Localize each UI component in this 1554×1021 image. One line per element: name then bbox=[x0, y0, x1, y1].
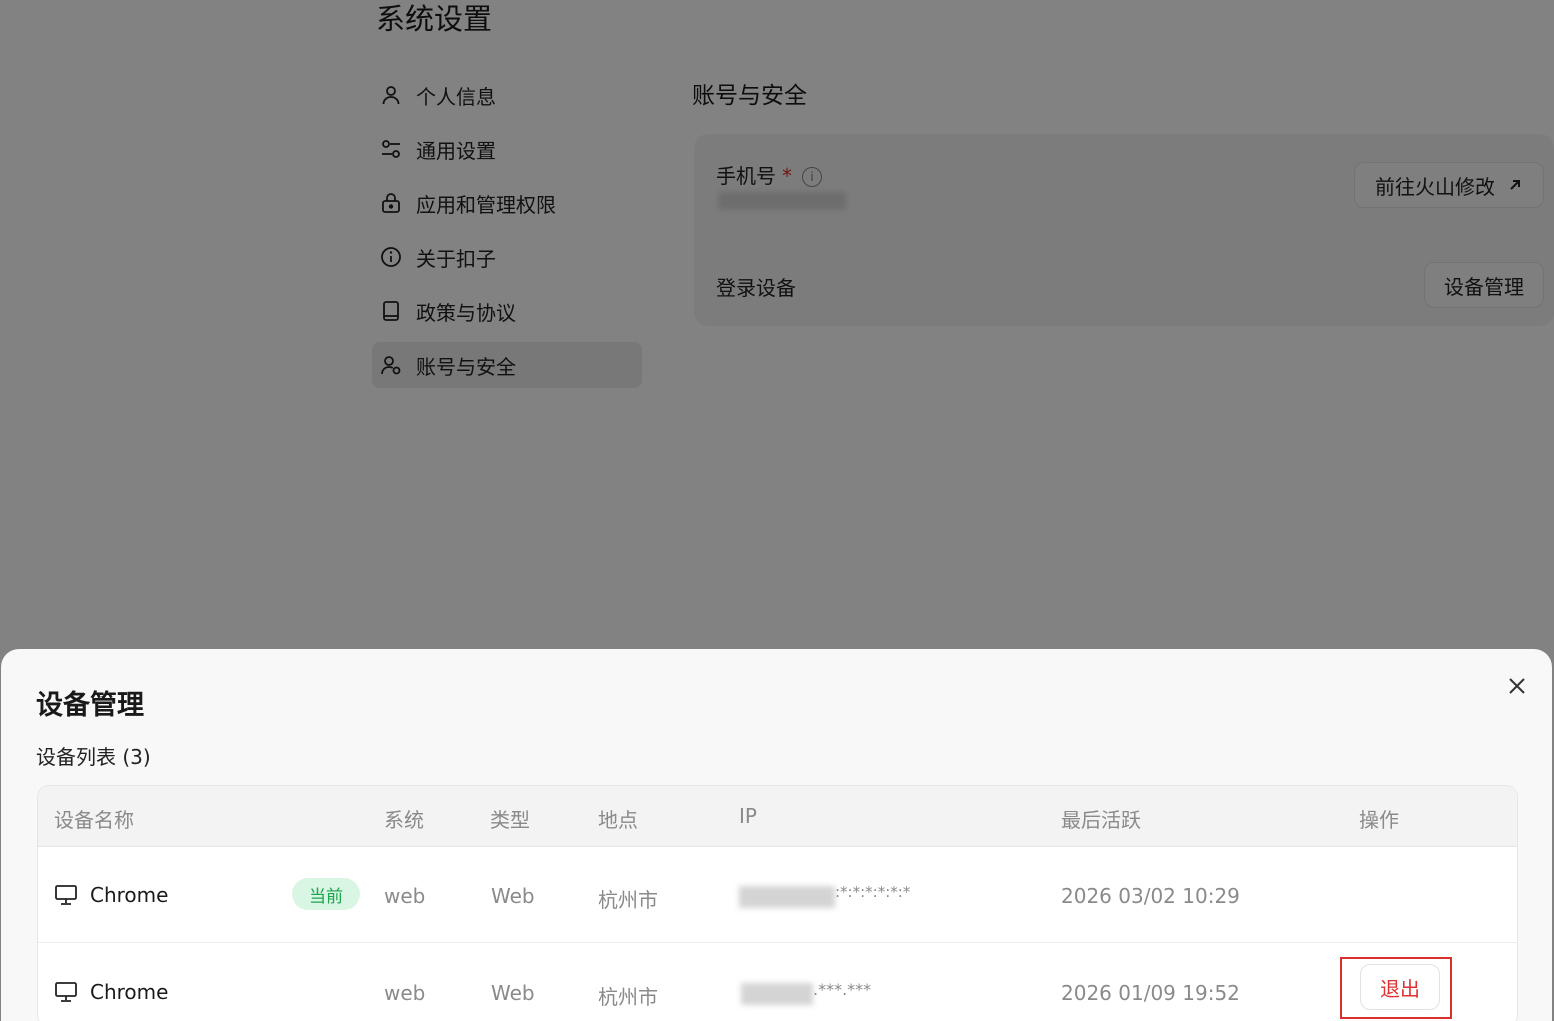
current-device-badge: 当前 bbox=[292, 878, 360, 910]
table-header: 设备名称 系统 类型 地点 IP 最后活跃 操作 bbox=[38, 786, 1517, 847]
system-cell: web bbox=[384, 884, 426, 908]
location-cell: 杭州市 bbox=[598, 888, 658, 912]
device-name: Chrome bbox=[90, 883, 169, 907]
ip-redacted bbox=[741, 983, 813, 1005]
logout-button[interactable]: 退出 bbox=[1360, 964, 1440, 1010]
device-management-modal: 设备管理 设备列表 (3) 设备名称 系统 类型 地点 IP 最后活跃 操作 C… bbox=[1, 649, 1552, 1021]
location-cell: 杭州市 bbox=[598, 985, 658, 1009]
ip-suffix: .***.*** bbox=[813, 980, 872, 999]
column-header-system: 系统 bbox=[384, 808, 424, 832]
type-cell: Web bbox=[491, 884, 535, 908]
column-header-action: 操作 bbox=[1359, 808, 1399, 832]
column-header-location: 地点 bbox=[598, 808, 638, 832]
device-list-title: 设备列表 (3) bbox=[36, 745, 151, 769]
device-table: 设备名称 系统 类型 地点 IP 最后活跃 操作 Chrome 当前 web W… bbox=[37, 785, 1518, 1021]
ip-redacted bbox=[739, 886, 835, 908]
column-header-type: 类型 bbox=[490, 808, 530, 832]
table-row: Chrome 当前 web Web 杭州市 :*:*:*:*:*:* 2026 … bbox=[38, 847, 1517, 943]
device-name: Chrome bbox=[90, 980, 169, 1004]
modal-title: 设备管理 bbox=[36, 690, 144, 721]
monitor-icon bbox=[55, 982, 77, 1002]
column-header-last-active: 最后活跃 bbox=[1061, 808, 1141, 832]
ip-suffix: :*:*:*:*:*:* bbox=[835, 883, 911, 901]
device-name-cell: Chrome bbox=[54, 980, 168, 1004]
close-icon[interactable] bbox=[1504, 673, 1530, 699]
last-active-cell: 2026 03/02 10:29 bbox=[1061, 884, 1240, 908]
system-cell: web bbox=[384, 981, 426, 1005]
device-name-cell: Chrome bbox=[54, 883, 168, 907]
last-active-cell: 2026 01/09 19:52 bbox=[1061, 981, 1240, 1005]
table-row: Chrome web Web 杭州市 .***.*** 2026 01/09 1… bbox=[38, 943, 1517, 1021]
column-header-ip: IP bbox=[739, 804, 757, 828]
monitor-icon bbox=[55, 885, 77, 905]
type-cell: Web bbox=[491, 981, 535, 1005]
column-header-device-name: 设备名称 bbox=[54, 808, 134, 832]
